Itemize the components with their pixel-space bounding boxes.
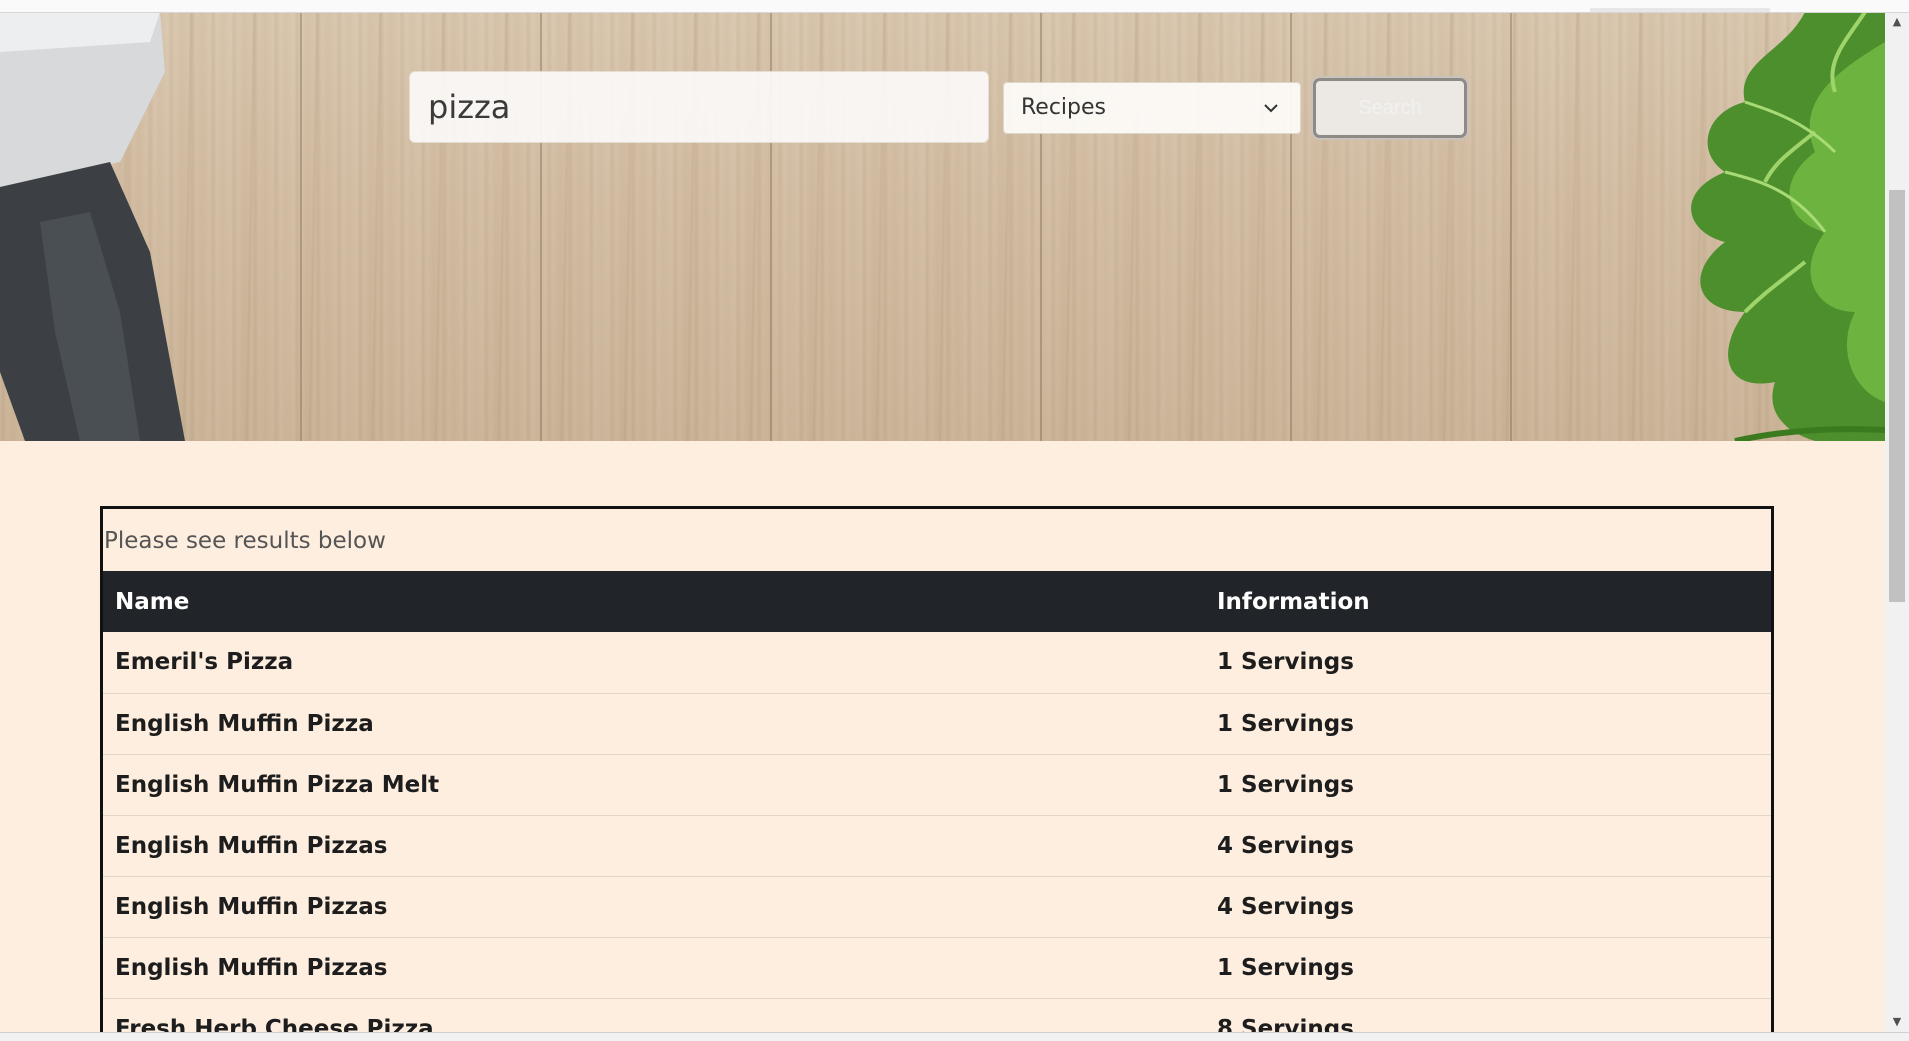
scrollbar-thumb[interactable] [1889, 190, 1905, 602]
scroll-up-arrow-icon[interactable]: ▲ [1885, 12, 1909, 32]
table-row[interactable]: English Muffin Pizza Melt 1 Servings [103, 754, 1771, 815]
table-row[interactable]: English Muffin Pizza 1 Servings [103, 693, 1771, 754]
vertical-scrollbar[interactable]: ▲ ▼ [1885, 12, 1909, 1032]
recipe-servings: 1 Servings [1217, 954, 1354, 981]
results-panel: Please see results below Name Informatio… [100, 506, 1774, 1032]
browser-top-edge [0, 0, 1909, 13]
search-input[interactable] [409, 71, 989, 143]
column-header-information: Information [1217, 588, 1370, 615]
wood-plank-line [1290, 12, 1292, 441]
tab-accent [1590, 8, 1770, 12]
table-row[interactable]: English Muffin Pizzas 4 Servings [103, 876, 1771, 937]
wood-plank-line [1510, 12, 1512, 441]
knife-image [0, 12, 185, 441]
recipe-name: English Muffin Pizza [115, 710, 374, 737]
arugula-leaves-image [1691, 12, 1885, 441]
recipe-name: Emeril's Pizza [115, 649, 294, 676]
table-header-row: Name Information [103, 571, 1771, 632]
hero-banner: Recipes Search [0, 12, 1885, 441]
recipe-servings: 4 Servings [1217, 893, 1354, 920]
search-button[interactable]: Search [1313, 78, 1467, 138]
scroll-down-arrow-icon[interactable]: ▼ [1885, 1012, 1909, 1032]
column-header-name: Name [115, 588, 190, 615]
table-row[interactable]: English Muffin Pizzas 4 Servings [103, 815, 1771, 876]
results-table: Name Information Emeril's Pizza 1 Servin… [103, 571, 1771, 1032]
recipe-servings: 1 Servings [1217, 649, 1354, 676]
table-row[interactable]: Fresh Herb Cheese Pizza 8 Servings [103, 998, 1771, 1033]
recipe-servings: 8 Servings [1217, 1015, 1354, 1033]
recipe-servings: 1 Servings [1217, 710, 1354, 737]
wood-plank-line [300, 12, 302, 441]
category-select-value: Recipes [1021, 95, 1107, 120]
wood-plank-line [1040, 12, 1042, 441]
recipe-name: English Muffin Pizzas [115, 954, 388, 981]
table-row[interactable]: Emeril's Pizza 1 Servings [103, 632, 1771, 693]
chevron-down-icon [1264, 104, 1278, 113]
page-viewport: Recipes Search Please see results below … [0, 0, 1885, 1032]
recipe-servings: 4 Servings [1217, 832, 1354, 859]
recipe-name: English Muffin Pizzas [115, 893, 388, 920]
results-caption: Please see results below [104, 528, 386, 554]
recipe-name: English Muffin Pizzas [115, 832, 388, 859]
recipe-name: Fresh Herb Cheese Pizza [115, 1015, 434, 1033]
recipe-name: English Muffin Pizza Melt [115, 771, 440, 798]
recipe-servings: 1 Servings [1217, 771, 1354, 798]
table-row[interactable]: English Muffin Pizzas 1 Servings [103, 937, 1771, 998]
category-select[interactable]: Recipes [1003, 82, 1301, 134]
